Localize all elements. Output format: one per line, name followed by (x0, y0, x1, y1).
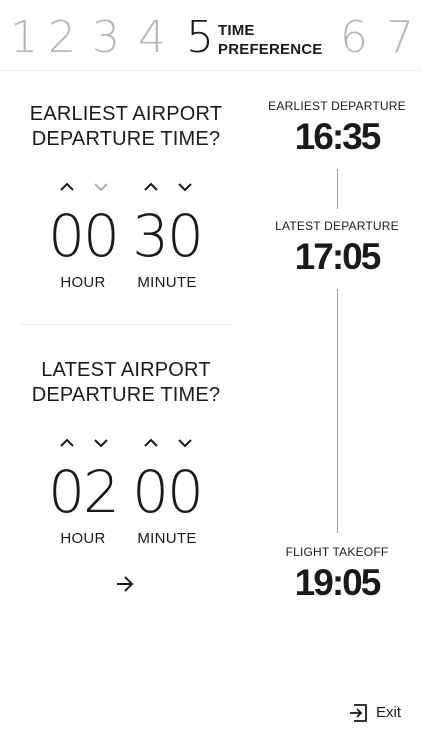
latest-hour-up-button[interactable] (59, 437, 75, 449)
step-5-active[interactable]: 5 (186, 12, 214, 64)
picker-divider (20, 324, 232, 325)
earliest-picker-title: EARLIEST AIRPORT DEPARTURE TIME? (20, 102, 232, 152)
active-step-label-line2: PREFERENCE (218, 41, 323, 58)
earliest-picker-title-line2: DEPARTURE TIME? (31, 128, 221, 150)
latest-minute-label: MINUTE (137, 530, 197, 547)
earliest-hour-down-button[interactable] (93, 181, 109, 193)
chevron-up-icon (144, 438, 158, 447)
step-3[interactable]: 3 (92, 12, 120, 64)
chevron-down-icon (94, 183, 108, 192)
arrow-right-icon (117, 576, 134, 592)
earliest-minute-value[interactable]: 30 (131, 204, 204, 268)
chevron-down-icon (94, 439, 108, 448)
next-step-button[interactable] (114, 574, 136, 594)
earliest-picker-title-line1: EARLIEST AIRPORT (29, 103, 223, 125)
earliest-minute-label: MINUTE (137, 274, 197, 291)
latest-hour-down-button[interactable] (93, 437, 109, 449)
chevron-up-icon (60, 438, 74, 447)
earliest-hour-value[interactable]: 00 (47, 204, 120, 268)
step-6[interactable]: 6 (340, 12, 368, 64)
earliest-hour-label: HOUR (60, 274, 106, 291)
chevron-up-icon (144, 182, 158, 191)
step-7[interactable]: 7 (386, 12, 414, 64)
chevron-up-icon (60, 182, 74, 191)
active-step-label: TIME PREFERENCE (218, 21, 323, 59)
step-1[interactable]: 1 (10, 12, 38, 64)
latest-picker-title: LATEST AIRPORT DEPARTURE TIME? (20, 358, 232, 408)
chevron-down-icon (178, 183, 192, 192)
flight-takeoff-label: FLIGHT TAKEOFF (285, 545, 389, 559)
latest-minute-value[interactable]: 00 (131, 460, 204, 524)
latest-departure-label: LATEST DEPARTURE (275, 219, 399, 233)
earliest-departure-label: EARLIEST DEPARTURE (268, 99, 406, 113)
earliest-minute-up-button[interactable] (143, 181, 159, 193)
timeline-connector-1 (337, 169, 338, 209)
chevron-down-icon (178, 439, 192, 448)
latest-departure-time: 17:05 (294, 236, 382, 277)
step-4[interactable]: 4 (138, 12, 166, 64)
exit-icon (350, 704, 367, 722)
earliest-minute-down-button[interactable] (177, 181, 193, 193)
earliest-departure-time: 16:35 (294, 116, 382, 157)
step-progress-header: 1 2 3 4 5 TIME PREFERENCE 6 7 (0, 0, 422, 71)
latest-minute-down-button[interactable] (177, 437, 193, 449)
step-2[interactable]: 2 (48, 12, 76, 64)
exit-label: Exit (376, 704, 402, 721)
latest-hour-value[interactable]: 02 (47, 460, 120, 524)
flight-takeoff-time: 19:05 (294, 562, 382, 603)
latest-minute-up-button[interactable] (143, 437, 159, 449)
latest-picker-title-line1: LATEST AIRPORT (41, 359, 211, 381)
timeline-connector-2 (337, 289, 338, 533)
latest-hour-label: HOUR (60, 530, 106, 547)
latest-picker-title-line2: DEPARTURE TIME? (31, 384, 221, 406)
active-step-label-line1: TIME (218, 22, 255, 39)
earliest-hour-up-button[interactable] (59, 181, 75, 193)
